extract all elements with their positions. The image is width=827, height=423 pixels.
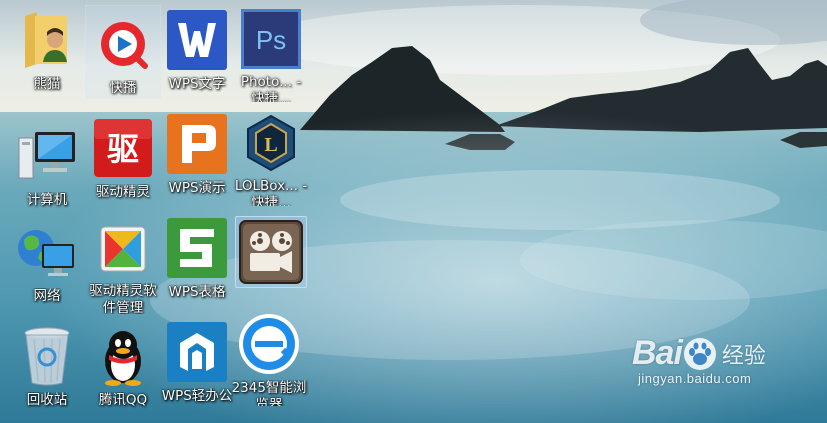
desktop-icon-lolbox[interactable]: L LOLBox... - 快捷... [234,106,308,206]
desktop-icon-wps-writer[interactable]: WPS文字 [160,2,234,102]
desktop-icon-2345-browser[interactable]: 2345智能浏览器 [228,306,310,406]
desktop-icon-network[interactable]: 网络 [10,214,84,314]
desktop-icon-driver-genius-software[interactable]: 驱动精灵软件管理 [86,214,160,314]
user-folder-icon [15,8,79,72]
desktop-icon-qq[interactable]: 腾讯QQ [86,318,160,418]
baidu-jingyan-watermark: Bai du 经验 jingyan.baidu.com [632,334,822,406]
icon-label: Photo... - 快捷... [240,74,302,102]
icon-label: 网络 [33,288,61,304]
photoshop-icon: Ps [239,8,303,70]
icon-label: 2345智能浏览器 [231,380,307,406]
recycle-bin-icon [15,324,79,388]
icon-label: 快播 [109,80,137,96]
browser-2345-icon [237,312,301,376]
desktop-icon-wps-spreadsheet[interactable]: WPS表格 [160,210,234,310]
watermark-jingyan-text: 经验 [721,343,766,369]
qvod-player-icon [91,12,155,76]
icon-label: LOLBox... - 快捷... [234,178,308,206]
driver-genius-icon: 驱 [91,116,155,180]
wps-presentation-icon [165,112,229,176]
icon-label: 计算机 [26,192,68,208]
desktop-icon-recycle-bin[interactable]: 回收站 [10,318,84,418]
desktop-icon-film-projector[interactable] [234,210,308,310]
desktop-icon-computer[interactable]: 计算机 [10,118,84,218]
desktop-icon-wps-presentation[interactable]: WPS演示 [160,106,234,206]
desktop-icon-driver-genius[interactable]: 驱 驱动精灵 [86,110,160,210]
desktop-icon-photoshop[interactable]: Ps Photo... - 快捷... [234,2,308,102]
icon-label: 熊猫 [33,76,61,92]
svg-text:驱: 驱 [107,130,139,168]
desktop-icon-wps-light-office[interactable]: WPS轻办公 [160,314,234,414]
icon-label: WPS轻办公 [161,388,233,404]
watermark-bai-text: Bai [632,334,683,372]
desktop-icon-user-folder[interactable]: 熊猫 [10,2,84,102]
computer-icon [15,124,79,188]
film-projector-icon [235,216,307,288]
paw-icon [683,337,716,370]
svg-text:L: L [264,134,277,156]
icon-label: 回收站 [26,392,68,408]
icon-label: 驱动精灵 [96,184,150,200]
wps-writer-icon [165,8,229,72]
driver-genius-software-icon [91,220,155,279]
icon-label: 腾讯QQ [98,392,148,408]
baidu-logo: Bai du 经验 [632,334,822,373]
network-icon [15,220,79,284]
desktop-icon-qvod[interactable]: 快播 [85,5,161,99]
wps-spreadsheet-icon [165,216,229,280]
icon-label: 驱动精灵软件管理 [89,282,157,314]
wps-light-office-icon [165,320,229,384]
watermark-url: jingyan.baidu.com [638,371,752,386]
qq-penguin-icon [91,324,155,388]
svg-text:Ps: Ps [256,25,286,55]
icon-label: WPS文字 [168,76,226,92]
lolbox-icon: L [239,112,303,174]
icon-label: WPS演示 [168,180,226,196]
icon-label: WPS表格 [168,284,226,300]
